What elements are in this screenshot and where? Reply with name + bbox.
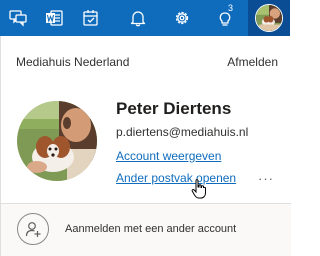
account-manager-button[interactable] xyxy=(248,0,290,36)
avatar-small xyxy=(255,4,283,32)
add-person-icon xyxy=(17,213,49,245)
user-name: Peter Diertens xyxy=(116,99,232,118)
tasks-button[interactable] xyxy=(73,0,109,36)
word-icon xyxy=(46,10,63,26)
top-toolbar: 3 xyxy=(0,0,290,36)
add-account-label: Aanmelden met een ander account xyxy=(65,223,237,235)
chat-button[interactable] xyxy=(0,0,36,36)
whats-new-button[interactable]: 3 xyxy=(207,0,243,36)
bell-icon xyxy=(130,11,146,27)
open-other-mailbox-link[interactable]: Ander postvak openen xyxy=(116,171,236,185)
chat-icon xyxy=(9,10,27,27)
more-options-icon[interactable]: ··· xyxy=(258,171,274,186)
avatar xyxy=(17,101,97,181)
settings-button[interactable] xyxy=(164,0,200,36)
word-button[interactable] xyxy=(36,0,72,36)
sign-out-link[interactable]: Afmelden xyxy=(227,55,278,69)
organization-name: Mediahuis Nederland xyxy=(16,55,130,69)
user-email: p.diertens@mediahuis.nl xyxy=(116,125,249,139)
whats-new-badge: 3 xyxy=(228,3,234,13)
notifications-button[interactable] xyxy=(120,0,156,36)
sign-in-other-account-button[interactable]: Aanmelden met een ander account xyxy=(1,204,291,256)
hand-cursor-icon xyxy=(191,179,207,204)
view-account-link[interactable]: Account weergeven xyxy=(116,149,221,163)
tasks-icon xyxy=(83,10,98,26)
account-panel: Mediahuis Nederland Afmelden Peter Diert… xyxy=(0,36,291,256)
gear-icon xyxy=(175,11,189,25)
